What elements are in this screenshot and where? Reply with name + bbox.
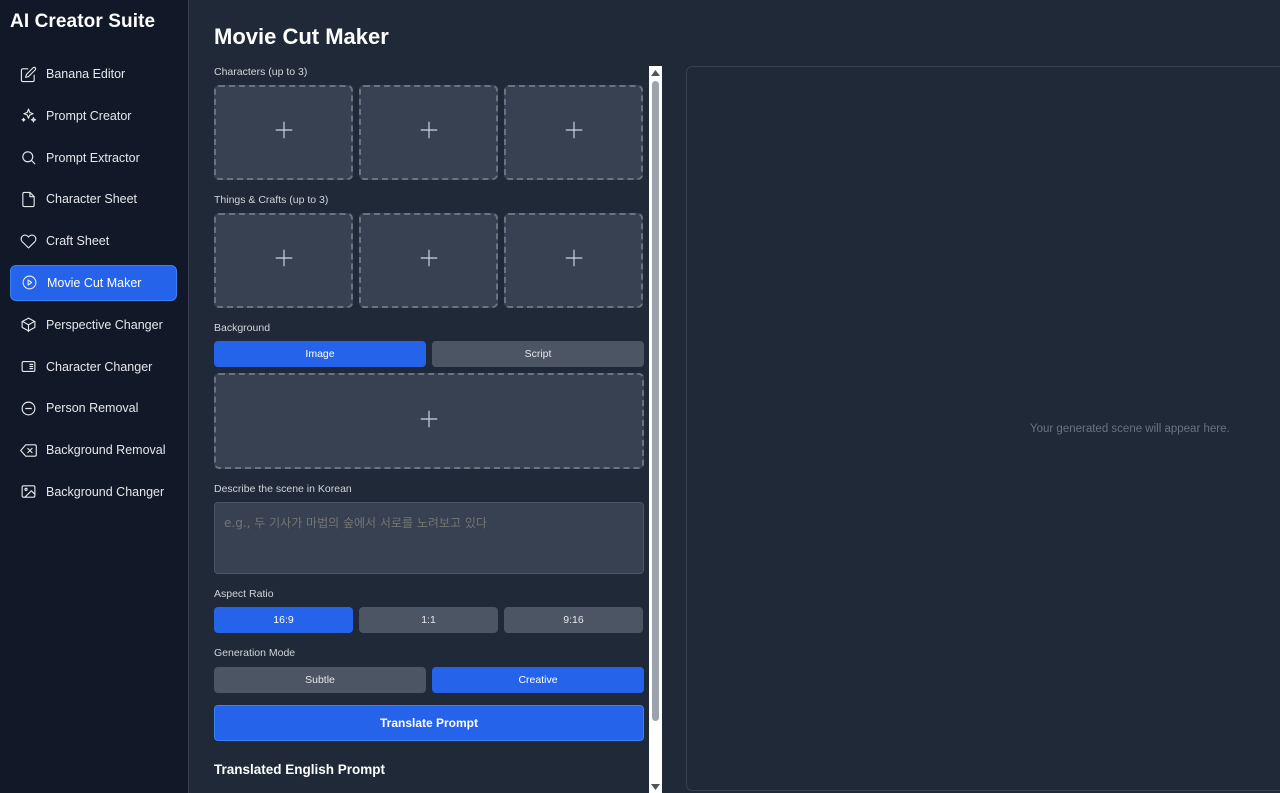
aspect-label: Aspect Ratio [214, 588, 274, 600]
sidebar-item-label: Background Removal [46, 443, 166, 458]
plus-icon [273, 247, 295, 274]
thing-upload-slot[interactable] [214, 213, 353, 308]
sidebar-item-person-removal[interactable]: Person Removal [10, 390, 177, 426]
sidebar-item-banana-editor[interactable]: Banana Editor [10, 56, 177, 92]
sidebar-item-background-removal[interactable]: Background Removal [10, 432, 177, 468]
plus-icon [563, 247, 585, 274]
characters-upload-row [214, 85, 644, 180]
sidebar-item-label: Perspective Changer [46, 317, 163, 332]
scroll-thumb[interactable] [652, 81, 659, 721]
sidebar-item-label: Person Removal [46, 401, 139, 416]
tab-image[interactable]: Image [214, 341, 426, 367]
sidebar-item-prompt-extractor[interactable]: Prompt Extractor [10, 140, 177, 176]
scroll-up-icon[interactable] [649, 66, 662, 79]
aspect-16-9-button[interactable]: 16:9 [214, 607, 353, 633]
plus-icon [418, 247, 440, 274]
cube-icon [19, 316, 37, 334]
result-placeholder-text: Your generated scene will appear here. [1030, 423, 1230, 435]
character-upload-slot[interactable] [359, 85, 498, 180]
sidebar-item-background-changer[interactable]: Background Changer [10, 474, 177, 510]
heart-icon [19, 232, 37, 250]
translated-prompt-heading: Translated English Prompt [214, 762, 386, 777]
sidebar-item-perspective-changer[interactable]: Perspective Changer [10, 307, 177, 343]
sidebar-item-label: Movie Cut Maker [47, 275, 142, 290]
eraser-icon [19, 441, 37, 459]
background-upload-slot[interactable] [214, 373, 644, 469]
scene-description-input[interactable] [214, 502, 644, 574]
things-label: Things & Crafts (up to 3) [214, 194, 329, 206]
background-tabs: Image Script [214, 341, 644, 367]
mode-creative-button[interactable]: Creative [432, 667, 644, 693]
image-icon [19, 483, 37, 501]
file-icon [19, 190, 37, 208]
sparkles-icon [19, 107, 37, 125]
plus-icon [273, 119, 295, 146]
aspect-1-1-button[interactable]: 1:1 [359, 607, 498, 633]
swap-card-icon [19, 358, 37, 376]
sidebar: AI Creator Suite Banana Editor Prompt Cr… [0, 0, 189, 793]
character-upload-slot[interactable] [504, 85, 643, 180]
settings-scrollbar[interactable] [649, 66, 662, 793]
edit-icon [19, 65, 37, 83]
sidebar-item-movie-cut-maker[interactable]: Movie Cut Maker [10, 264, 177, 301]
sidebar-item-label: Character Sheet [46, 192, 138, 207]
thing-upload-slot[interactable] [504, 213, 643, 308]
sidebar-item-label: Prompt Extractor [46, 150, 140, 165]
result-preview-panel: Your generated scene will appear here. [686, 66, 1280, 791]
sidebar-item-label: Craft Sheet [46, 234, 110, 249]
thing-upload-slot[interactable] [359, 213, 498, 308]
sidebar-nav: Banana Editor Prompt Creator Prompt Extr… [10, 56, 177, 516]
sidebar-item-character-changer[interactable]: Character Changer [10, 349, 177, 385]
mode-label: Generation Mode [214, 647, 296, 659]
plus-icon [563, 119, 585, 146]
character-upload-slot[interactable] [214, 85, 353, 180]
sidebar-item-label: Character Changer [46, 359, 153, 374]
sidebar-item-craft-sheet[interactable]: Craft Sheet [10, 223, 177, 259]
minus-circle-icon [19, 399, 37, 417]
translate-prompt-button[interactable]: Translate Prompt [214, 705, 644, 741]
generation-mode-options: Subtle Creative [214, 667, 644, 693]
tab-script[interactable]: Script [432, 341, 644, 367]
sidebar-item-label: Banana Editor [46, 67, 126, 81]
sidebar-item-character-sheet[interactable]: Character Sheet [10, 181, 177, 217]
characters-label: Characters (up to 3) [214, 66, 308, 78]
mode-subtle-button[interactable]: Subtle [214, 667, 426, 693]
app-title: AI Creator Suite [10, 11, 156, 32]
page-title: Movie Cut Maker [214, 24, 389, 49]
play-circle-icon [20, 274, 38, 292]
scroll-down-icon[interactable] [649, 780, 662, 793]
sidebar-item-prompt-creator[interactable]: Prompt Creator [10, 98, 177, 134]
sidebar-item-label: Prompt Creator [46, 108, 132, 123]
describe-label: Describe the scene in Korean [214, 483, 352, 495]
plus-icon [418, 408, 440, 435]
things-upload-row [214, 213, 644, 308]
aspect-ratio-options: 16:9 1:1 9:16 [214, 607, 644, 633]
plus-icon [418, 119, 440, 146]
background-label: Background [214, 322, 271, 334]
search-icon [19, 149, 37, 167]
settings-panel: Characters (up to 3) Things & Crafts (up… [214, 66, 644, 793]
sidebar-item-label: Background Changer [46, 484, 165, 499]
aspect-9-16-button[interactable]: 9:16 [504, 607, 643, 633]
